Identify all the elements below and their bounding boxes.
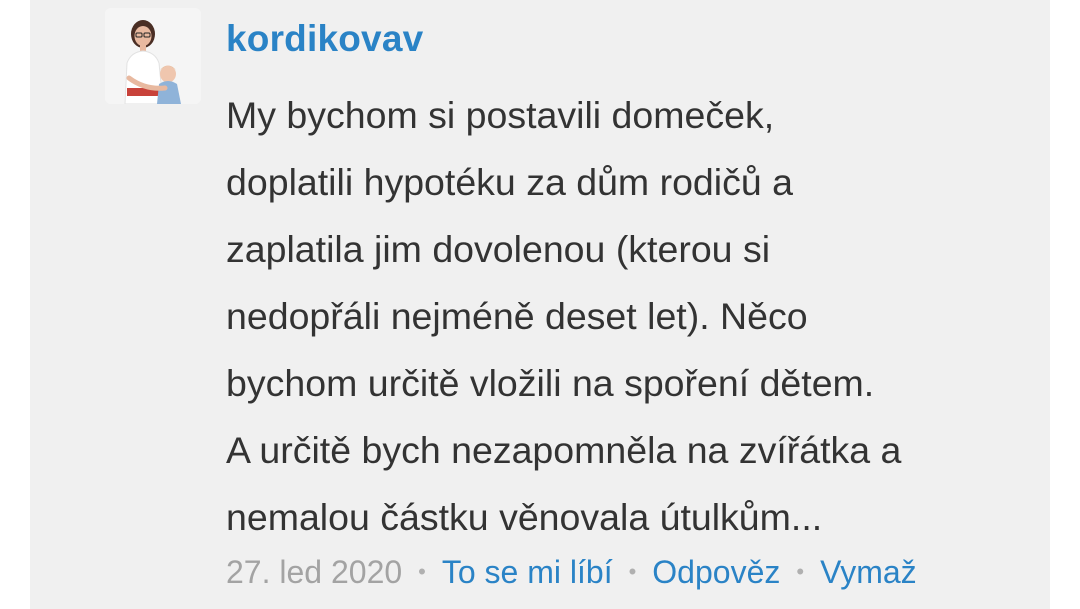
comment-text-line: bychom určitě vložili na spoření dětem. [226, 362, 875, 404]
comment-text-line: nemalou částku věnovala útulkům... [226, 496, 823, 538]
reply-button[interactable]: Odpověz [652, 554, 780, 590]
comment-text-line: doplatili hypotéku za dům rodičů a [226, 161, 794, 203]
comment-text-line: zaplatila jim dovolenou (kterou si [226, 228, 771, 270]
comment-meta: 27. led 2020 • To se mi líbí • Odpověz • Vymaž [226, 552, 917, 592]
comment-author[interactable]: kordikovav [226, 18, 423, 60]
comment-text-line: nedopřáli nejméně deset let). Něco [226, 295, 808, 337]
comment-card: kordikovav My bychom si postavili domeče… [30, 0, 1050, 609]
delete-button[interactable]: Vymaž [820, 554, 917, 590]
like-button[interactable]: To se mi líbí [442, 554, 613, 590]
user-avatar[interactable] [105, 8, 201, 104]
separator-dot: • [796, 559, 805, 584]
separator-dot: • [418, 559, 426, 584]
comment-text: My bychom si postavili domeček, doplatil… [226, 82, 1026, 551]
comment-text-line: A určitě bych nezapomněla na zvířátka a [226, 429, 902, 471]
comment-text-line: My bychom si postavili domeček, [226, 94, 775, 136]
separator-dot: • [628, 559, 637, 584]
comment-date: 27. led 2020 [226, 554, 403, 590]
user-photo-icon [105, 8, 201, 104]
